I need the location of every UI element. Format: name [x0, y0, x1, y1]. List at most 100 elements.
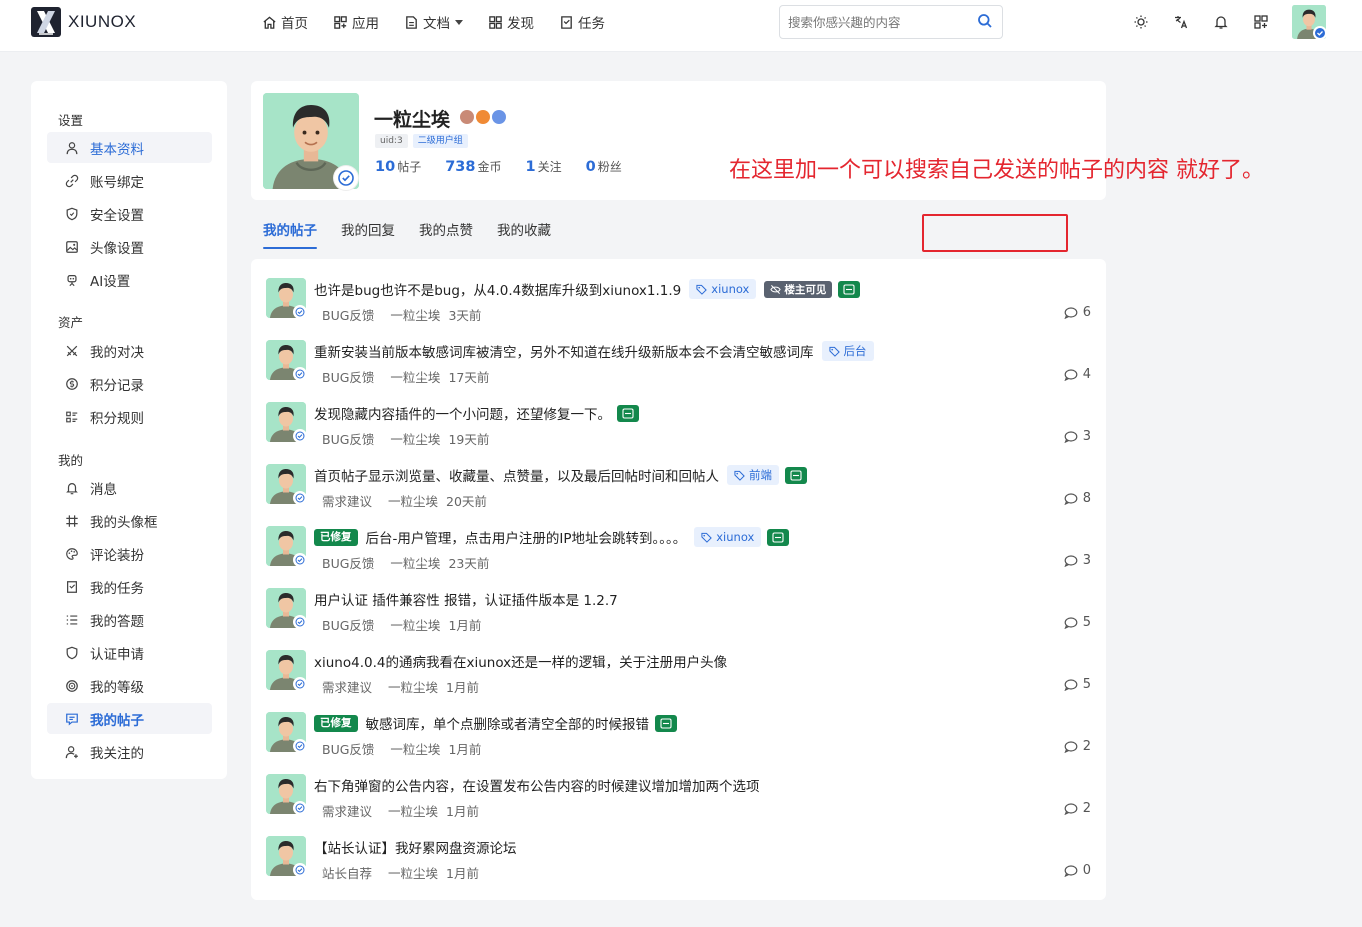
sidebar-item-avatar-settings[interactable]: 头像设置: [47, 231, 212, 262]
verified-icon: [293, 367, 307, 381]
comment-icon: [1064, 492, 1078, 505]
tag-icon: [828, 346, 840, 357]
post-row[interactable]: 首页帖子显示浏览量、收藏量、点赞量，以及最后回帖时间和回帖人 前端 需求建议 一粒尘埃…: [251, 445, 1106, 509]
sidebar-item-my-quiz[interactable]: 我的答题: [47, 604, 212, 635]
apps-menu-button[interactable]: [1251, 12, 1271, 32]
post-title[interactable]: 首页帖子显示浏览量、收藏量、点赞量，以及最后回帖时间和回帖人: [314, 465, 719, 485]
sidebar-item-my-posts[interactable]: 我的帖子: [47, 703, 212, 734]
post-title[interactable]: 右下角弹窗的公告内容，在设置发布公告内容的时候建议增加增加两个选项: [314, 775, 760, 795]
post-title[interactable]: 发现隐藏内容插件的一个小问题，还望修复一下。: [314, 403, 611, 423]
post-title-line: 【站长认证】我好累网盘资源论坛: [314, 837, 517, 857]
sidebar-item-label: 我的头像框: [90, 514, 158, 531]
language-button[interactable]: [1171, 12, 1191, 32]
nav-docs[interactable]: 文档: [404, 12, 463, 32]
stat-coins[interactable]: 738 金币: [445, 158, 501, 175]
stat-value: 1: [525, 159, 536, 175]
tab-my-replies[interactable]: 我的回复: [341, 219, 395, 243]
tab-my-favorites[interactable]: 我的收藏: [497, 219, 551, 243]
post-row[interactable]: 重新安装当前版本敏感词库被清空，另外不知道在线升级新版本会不会清空敏感词库 后台 B…: [251, 321, 1106, 385]
post-title[interactable]: xiuno4.0.4的通病我看在xiunox还是一样的逻辑，关于注册用户头像: [314, 651, 727, 671]
post-row[interactable]: xiuno4.0.4的通病我看在xiunox还是一样的逻辑，关于注册用户头像 需求…: [251, 631, 1106, 695]
post-title[interactable]: 重新安装当前版本敏感词库被清空，另外不知道在线升级新版本会不会清空敏感词库: [314, 341, 814, 361]
tab-my-likes[interactable]: 我的点赞: [419, 219, 473, 243]
sidebar-item-comment-styles[interactable]: 评论装扮: [47, 538, 212, 569]
verified-icon: [293, 863, 307, 877]
post-tag[interactable]: xiunox: [694, 527, 762, 547]
attachment-icon: [785, 466, 807, 484]
logo-icon: [31, 7, 61, 37]
frame-icon: [66, 514, 78, 527]
stat-posts[interactable]: 10 帖子: [375, 158, 421, 175]
post-title[interactable]: 用户认证 插件兼容性 报错，认证插件版本是 1.2.7: [314, 589, 618, 609]
sidebar-item-avatar-frames[interactable]: 我的头像框: [47, 505, 212, 536]
post-title-line: 发现隐藏内容插件的一个小问题，还望修复一下。: [314, 403, 639, 423]
comment-icon: [1064, 306, 1078, 319]
post-row[interactable]: 已修复 敏感词库，单个点删除或者清空全部的时候报错 BUG反馈 一粒尘埃 1月前 2: [251, 693, 1106, 757]
sidebar-section-mine: 我的: [58, 453, 84, 468]
post-row[interactable]: 右下角弹窗的公告内容，在设置发布公告内容的时候建议增加增加两个选项 需求建议 一粒尘…: [251, 755, 1106, 819]
post-author[interactable]: 一粒尘埃: [388, 863, 438, 882]
stat-following[interactable]: 1 关注: [526, 158, 562, 175]
comment-icon: [1064, 554, 1078, 567]
sidebar-item-label: 我关注的: [90, 745, 144, 762]
post-title[interactable]: 【站长认证】我好累网盘资源论坛: [314, 837, 517, 857]
post-tag-label: xiunox: [711, 282, 750, 296]
post-tag[interactable]: xiunox: [689, 279, 757, 299]
comment-count-value: 5: [1082, 677, 1091, 692]
post-row[interactable]: 【站长认证】我好累网盘资源论坛站长自荐 一粒尘埃 1月前 0: [251, 817, 1106, 882]
verified-icon: [293, 305, 307, 319]
tab-my-posts[interactable]: 我的帖子: [263, 219, 317, 249]
follow-icon: [65, 745, 78, 758]
comment-icon: [1064, 430, 1078, 443]
comment-count: 2: [1064, 801, 1091, 816]
verified-icon: [293, 801, 307, 815]
post-row[interactable]: 用户认证 插件兼容性 报错，认证插件版本是 1.2.7 BUG反馈 一粒尘埃 1月前 5: [251, 569, 1106, 633]
post-tag[interactable]: 前端: [727, 465, 779, 485]
post-title[interactable]: 敏感词库，单个点删除或者清空全部的时候报错: [366, 713, 650, 733]
sidebar-item-my-level[interactable]: 我的等级: [47, 670, 212, 701]
user-avatar[interactable]: [1292, 5, 1327, 40]
nav-discover[interactable]: 发现: [488, 12, 534, 32]
post-category[interactable]: 站长自荐: [322, 863, 372, 882]
post-title[interactable]: 后台-用户管理，点击用户注册的IP地址会跳转到。。。。: [366, 527, 687, 547]
attachment-icon: [838, 280, 861, 298]
sidebar-item-verification[interactable]: 认证申请: [47, 637, 212, 668]
post-row[interactable]: 发现隐藏内容插件的一个小问题，还望修复一下。 BUG反馈 一粒尘埃 19天前 3: [251, 383, 1106, 447]
stat-value: 738: [445, 159, 476, 175]
stat-fans[interactable]: 0 粉丝: [586, 158, 622, 175]
search-icon[interactable]: [977, 13, 993, 29]
post-tag[interactable]: 后台: [821, 341, 874, 361]
notifications-button[interactable]: [1211, 12, 1231, 32]
nav-tasks[interactable]: 任务: [559, 12, 605, 32]
chevron-down-icon: [455, 19, 463, 25]
sidebar-item-points-rules[interactable]: 积分规则: [47, 401, 212, 432]
sidebar-item-profile[interactable]: 基本资料: [47, 132, 212, 163]
sidebar-item-my-tasks[interactable]: 我的任务: [47, 571, 212, 602]
theme-toggle-button[interactable]: [1131, 12, 1151, 32]
link-icon: [65, 174, 79, 187]
post-title[interactable]: 也许是bug也许不是bug，从4.0.4数据库升级到xiunox1.1.9: [314, 279, 681, 299]
logo[interactable]: XIUNOX: [31, 7, 136, 37]
post-row[interactable]: 已修复 后台-用户管理，点击用户注册的IP地址会跳转到。。。。 xiunox BUG反…: [251, 507, 1106, 571]
sidebar-item-security[interactable]: 安全设置: [47, 198, 212, 229]
sidebar-item-duels[interactable]: 我的对决: [47, 335, 212, 366]
bell-icon: [1214, 16, 1228, 29]
apps-icon: [334, 15, 347, 29]
comment-count: 4: [1064, 367, 1091, 382]
sidebar-item-following[interactable]: 我关注的: [47, 736, 212, 767]
nav-apps[interactable]: 应用: [333, 12, 379, 32]
post-title-line: 已修复 后台-用户管理，点击用户注册的IP地址会跳转到。。。。 xiunox: [314, 527, 790, 547]
nav-home[interactable]: 首页: [262, 12, 308, 32]
sidebar-item-account-binding[interactable]: 账号绑定: [47, 165, 212, 196]
page: XIUNOX 首页 应用 文档 发现 任务 搜索你感兴趣的内容 设置 基本资料 …: [0, 0, 1362, 927]
nav-home-label: 首页: [281, 16, 308, 32]
comment-count: 0: [1064, 863, 1091, 878]
post-time: 1月前: [446, 866, 479, 881]
sidebar-item-points-log[interactable]: 积分记录: [47, 368, 212, 399]
search-input[interactable]: [788, 12, 968, 32]
post-row[interactable]: 也许是bug也许不是bug，从4.0.4数据库升级到xiunox1.1.9 xiu…: [251, 259, 1106, 323]
sidebar-item-ai-settings[interactable]: AI设置: [47, 264, 212, 295]
sidebar-item-messages[interactable]: 消息: [47, 472, 212, 503]
main-nav: 首页 应用 文档 发现 任务: [262, 12, 630, 32]
doc-icon: [406, 15, 417, 29]
